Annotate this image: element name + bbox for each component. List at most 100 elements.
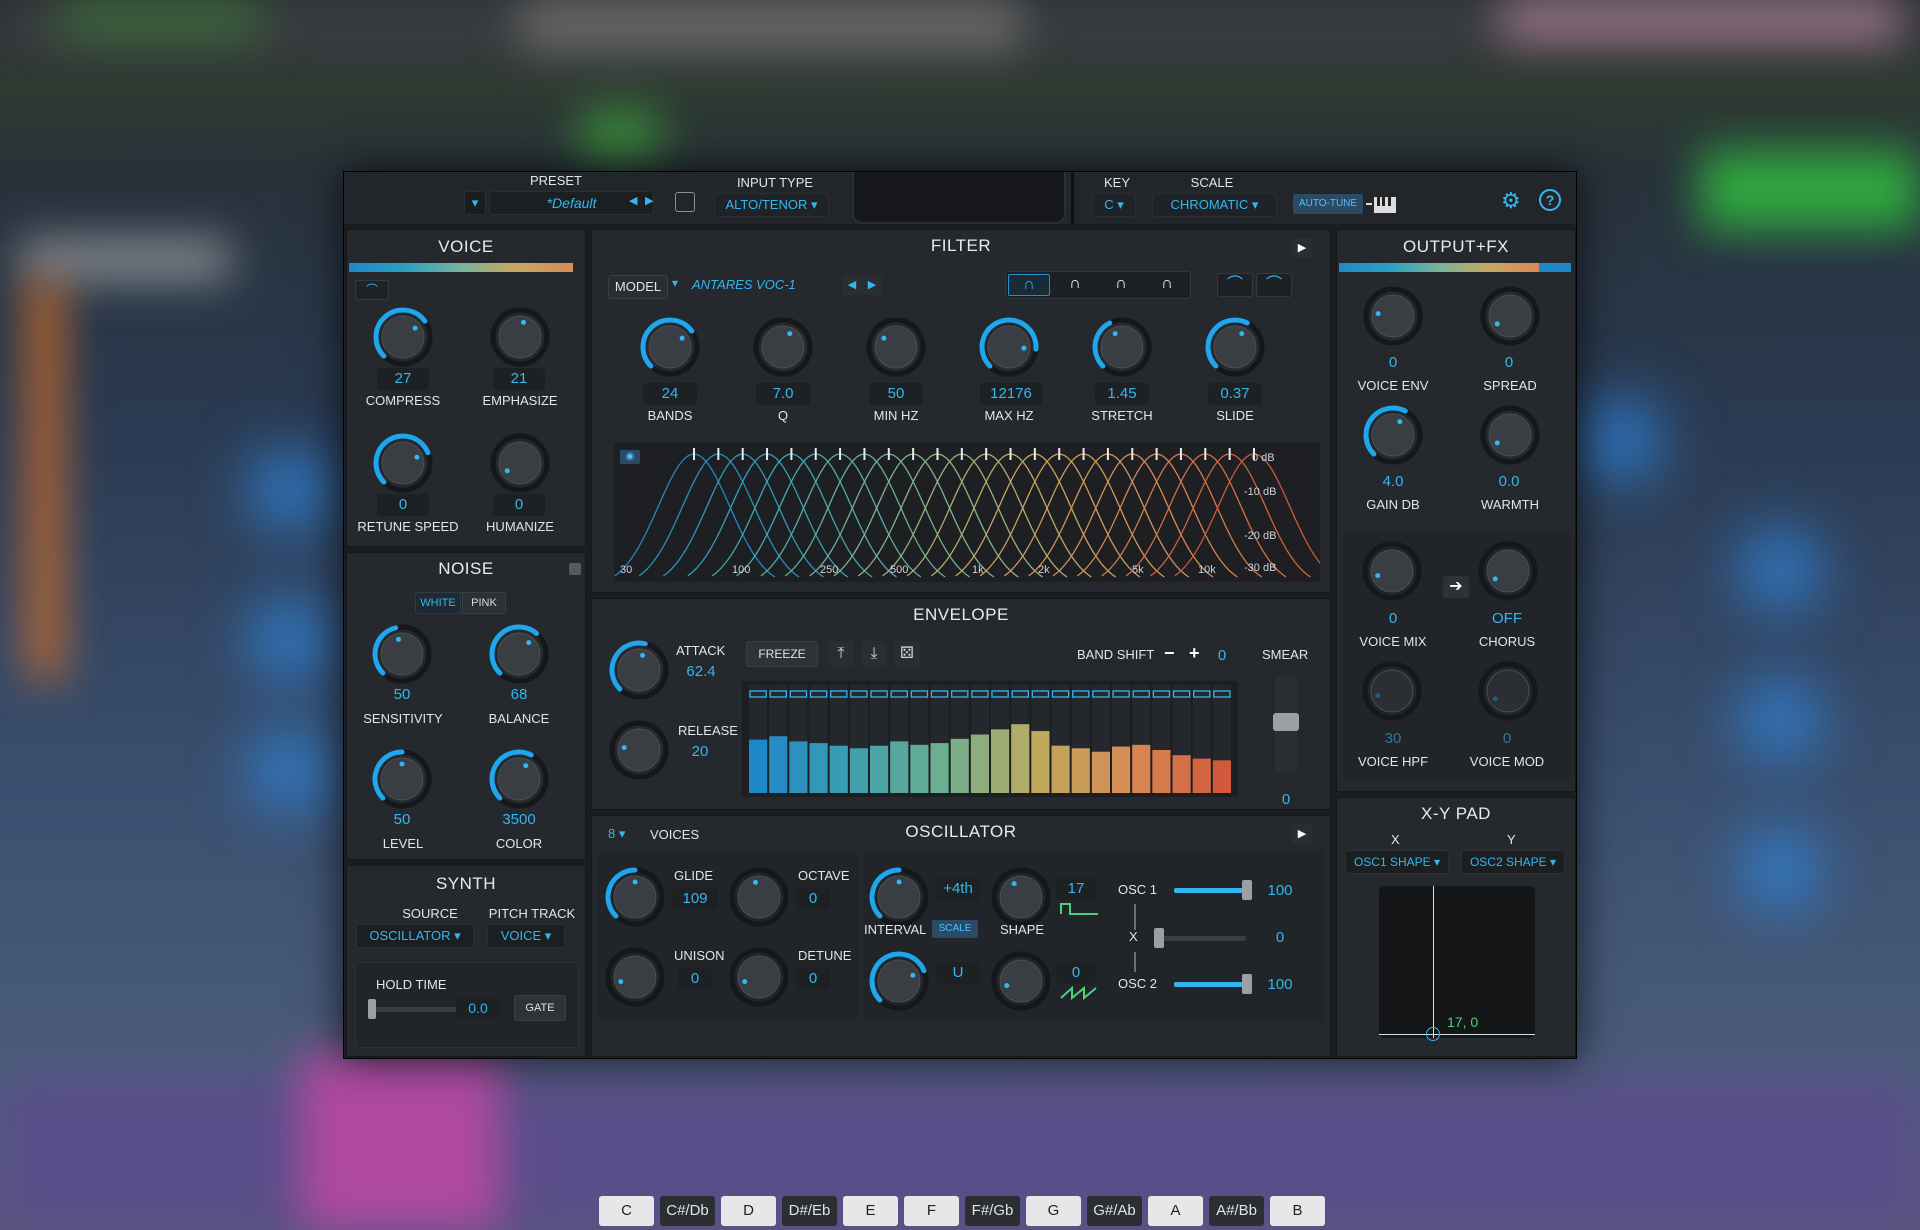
graph-visibility-icon[interactable]: ◉ bbox=[620, 450, 640, 464]
filter-shape-wide-icon[interactable]: ∩ bbox=[1008, 274, 1050, 296]
band-level-bar[interactable] bbox=[1091, 751, 1110, 793]
chorus-value[interactable]: OFF bbox=[1479, 610, 1535, 627]
balance-value[interactable]: 68 bbox=[494, 686, 544, 703]
unison-value[interactable]: 0 bbox=[678, 968, 712, 990]
osc-2-value[interactable]: 100 bbox=[1260, 976, 1300, 993]
randomize-dice-icon[interactable]: ⚄ bbox=[894, 641, 920, 667]
retune-speed-knob[interactable] bbox=[372, 432, 434, 494]
key-d-sharp[interactable]: D#/Eb bbox=[782, 1196, 837, 1226]
voice-mod-knob[interactable] bbox=[1477, 660, 1539, 722]
band-level-bar[interactable] bbox=[1112, 746, 1131, 793]
preset-prev-icon[interactable]: ◀ bbox=[629, 194, 637, 207]
attack-value[interactable]: 62.4 bbox=[676, 663, 726, 680]
compress-value[interactable]: 27 bbox=[377, 368, 429, 390]
key-a-sharp[interactable]: A#/Bb bbox=[1209, 1196, 1264, 1226]
min-hz-value[interactable]: 50 bbox=[869, 383, 923, 405]
voice-hpf-knob[interactable] bbox=[1361, 660, 1423, 722]
warmth-knob[interactable] bbox=[1479, 404, 1541, 466]
filter-shape-medium-icon[interactable]: ∩ bbox=[1054, 274, 1096, 296]
white-noise-button[interactable]: WHITE bbox=[415, 592, 461, 614]
settings-gear-icon[interactable]: ⚙ bbox=[1501, 188, 1521, 214]
retune-speed-value[interactable]: 0 bbox=[377, 494, 429, 516]
key-g-sharp[interactable]: G#/Ab bbox=[1087, 1196, 1142, 1226]
unison-knob[interactable] bbox=[604, 946, 666, 1008]
attack-knob[interactable] bbox=[608, 639, 670, 701]
source-dropdown[interactable]: OSCILLATOR ▾ bbox=[356, 924, 474, 948]
voice-mix-value[interactable]: 0 bbox=[1367, 610, 1419, 627]
filter-response-graph[interactable]: ◉ 0 dB -10 dB -20 dB -30 dB 30 100 250 5… bbox=[614, 442, 1336, 582]
max-hz-knob[interactable] bbox=[978, 316, 1040, 378]
band-level-bar[interactable] bbox=[1011, 724, 1030, 793]
slide-value[interactable]: 0.37 bbox=[1208, 383, 1262, 405]
key-d[interactable]: D bbox=[721, 1196, 776, 1226]
release-value[interactable]: 20 bbox=[680, 743, 720, 760]
band-level-bar[interactable] bbox=[1051, 745, 1070, 793]
glide-knob[interactable] bbox=[604, 866, 666, 928]
upload-icon[interactable]: ⤒ bbox=[828, 641, 854, 667]
key-a[interactable]: A bbox=[1148, 1196, 1203, 1226]
filter-shape-narrow-icon[interactable]: ∩ bbox=[1100, 274, 1142, 296]
band-level-bar[interactable] bbox=[890, 741, 909, 793]
filter-shape-sharp-icon[interactable]: ∩ bbox=[1146, 274, 1188, 296]
release-knob[interactable] bbox=[608, 719, 670, 781]
key-f[interactable]: F bbox=[904, 1196, 959, 1226]
osc-2-slider-handle[interactable] bbox=[1242, 974, 1252, 994]
stretch-value[interactable]: 1.45 bbox=[1095, 383, 1149, 405]
noise-enable-toggle[interactable] bbox=[569, 563, 581, 575]
smear-slider-handle[interactable] bbox=[1273, 713, 1299, 731]
glide-value[interactable]: 109 bbox=[672, 888, 718, 910]
band-level-bar[interactable] bbox=[809, 743, 828, 793]
band-level-bar[interactable] bbox=[749, 739, 768, 793]
piano-keyboard-icon[interactable] bbox=[1366, 195, 1396, 213]
interval-2-knob[interactable] bbox=[868, 950, 930, 1012]
compress-knob[interactable] bbox=[372, 306, 434, 368]
bands-knob[interactable] bbox=[639, 316, 701, 378]
warmth-value[interactable]: 0.0 bbox=[1483, 473, 1535, 490]
help-icon[interactable]: ? bbox=[1539, 189, 1561, 211]
randomize-dice-icon[interactable] bbox=[675, 192, 695, 212]
sensitivity-knob[interactable] bbox=[371, 623, 433, 685]
band-level-bar[interactable] bbox=[849, 748, 868, 793]
band-level-bar[interactable] bbox=[1212, 760, 1231, 793]
voice-mix-knob[interactable] bbox=[1361, 540, 1423, 602]
min-hz-knob[interactable] bbox=[865, 316, 927, 378]
key-c[interactable]: C bbox=[599, 1196, 654, 1226]
band-level-bar[interactable] bbox=[930, 743, 949, 793]
gain-db-value[interactable]: 4.0 bbox=[1367, 473, 1419, 490]
oscillator-expand-play-icon[interactable]: ▶ bbox=[1292, 824, 1312, 844]
xy-cursor-icon[interactable] bbox=[1426, 1027, 1440, 1041]
hold-time-slider-handle[interactable] bbox=[368, 999, 376, 1019]
model-prev-icon[interactable]: ◀ bbox=[842, 275, 862, 295]
sensitivity-value[interactable]: 50 bbox=[377, 686, 427, 703]
osc-1-level-slider[interactable] bbox=[1174, 888, 1246, 893]
humanize-knob[interactable] bbox=[489, 432, 551, 494]
band-level-bar[interactable] bbox=[970, 734, 989, 793]
osc-2-level-slider[interactable] bbox=[1174, 982, 1246, 987]
band-level-bar[interactable] bbox=[1152, 750, 1171, 793]
band-level-display[interactable] bbox=[742, 681, 1238, 797]
bands-value[interactable]: 24 bbox=[643, 383, 697, 405]
shape-1-value[interactable]: 17 bbox=[1056, 878, 1096, 900]
color-value[interactable]: 3500 bbox=[487, 811, 551, 828]
band-level-bar[interactable] bbox=[1132, 744, 1151, 793]
key-b[interactable]: B bbox=[1270, 1196, 1325, 1226]
low-pass-curve-icon[interactable]: ⌒ bbox=[1217, 273, 1253, 297]
voice-curve-toggle[interactable]: ⌒ bbox=[355, 280, 389, 300]
voice-mod-value[interactable]: 0 bbox=[1481, 730, 1533, 747]
autotune-button[interactable]: AUTO-TUNE bbox=[1293, 194, 1363, 214]
key-dropdown[interactable]: C ▾ bbox=[1092, 193, 1136, 217]
key-f-sharp[interactable]: F#/Gb bbox=[965, 1196, 1020, 1226]
q-value[interactable]: 7.0 bbox=[756, 383, 810, 405]
high-pass-curve-icon[interactable]: ⌒ bbox=[1256, 273, 1292, 297]
scale-dropdown[interactable]: CHROMATIC ▾ bbox=[1152, 193, 1277, 217]
freeze-button[interactable]: FREEZE bbox=[746, 641, 818, 667]
band-level-bar[interactable] bbox=[870, 745, 889, 793]
preset-next-icon[interactable]: ▶ bbox=[645, 194, 653, 207]
band-level-bar[interactable] bbox=[1071, 748, 1090, 793]
hold-time-value[interactable]: 0.0 bbox=[456, 997, 500, 1019]
level-value[interactable]: 50 bbox=[377, 811, 427, 828]
key-c-sharp[interactable]: C#/Db bbox=[660, 1196, 715, 1226]
band-level-bar[interactable] bbox=[789, 741, 808, 793]
xy-x-dropdown[interactable]: OSC1 SHAPE ▾ bbox=[1345, 850, 1449, 874]
emphasize-value[interactable]: 21 bbox=[493, 368, 545, 390]
